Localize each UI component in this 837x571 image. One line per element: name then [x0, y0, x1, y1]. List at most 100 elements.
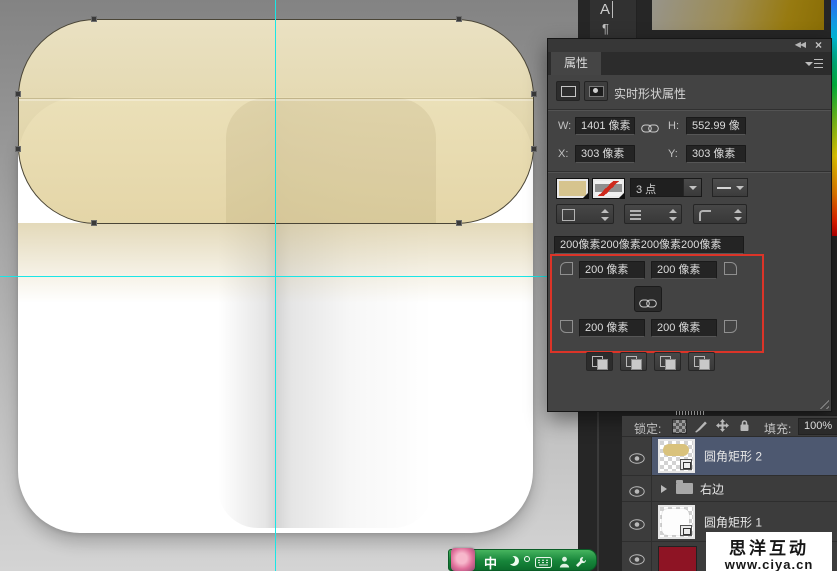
tab-properties[interactable]: 属性 [551, 52, 601, 75]
layer-thumbnail[interactable] [658, 439, 695, 473]
stroke-align-combobox[interactable] [556, 204, 614, 224]
top-left-radius-input[interactable]: 200 像素 [579, 261, 645, 279]
bottom-left-corner-icon [560, 320, 573, 333]
watermark-url: www.ciya.cn [706, 557, 832, 571]
chain-icon [639, 295, 657, 313]
stroke-color-swatch[interactable] [592, 178, 625, 199]
separator [548, 171, 831, 173]
anchor-point[interactable] [15, 91, 21, 97]
top-right-radius-input[interactable]: 200 像素 [651, 261, 717, 279]
horizontal-guide[interactable] [0, 276, 578, 277]
anchor-point[interactable] [456, 220, 462, 226]
ime-logo-icon[interactable] [451, 548, 475, 571]
layer-name[interactable]: 圆角矩形 1 [704, 513, 762, 530]
ime-punctuation-icon[interactable] [524, 556, 530, 562]
close-panel-icon[interactable]: × [815, 38, 822, 52]
watermark: 思洋互动 www.ciya.cn [706, 532, 832, 571]
width-label: W: [558, 120, 571, 132]
radius-summary-field[interactable]: 200像素200像素200像素200像素 [554, 236, 744, 254]
ime-tools-icon[interactable] [575, 555, 587, 571]
y-input[interactable]: 303 像素 [686, 145, 746, 163]
eye-icon[interactable] [629, 552, 645, 570]
link-dimensions-icon[interactable] [641, 120, 659, 138]
stroke-width-value: 3 点 [636, 181, 656, 197]
stroke-width-combobox[interactable]: 3 点 [630, 178, 702, 197]
anchor-point[interactable] [91, 16, 97, 22]
panel-resize-grip[interactable] [816, 396, 829, 409]
visibility-cell[interactable] [622, 542, 652, 571]
anchor-point[interactable] [531, 91, 537, 97]
vertical-guide[interactable] [275, 0, 276, 571]
expand-group-icon[interactable] [661, 485, 667, 493]
visibility-cell[interactable] [622, 437, 652, 475]
layer-group-row[interactable]: 右边 [622, 476, 837, 502]
pathfinder-exclude-button[interactable] [688, 352, 715, 371]
eye-icon[interactable] [629, 517, 645, 535]
paragraph-panel-icon[interactable]: ¶ [602, 21, 609, 36]
photoshop-window: A ¶ ◀◀ × 属性 实时形状属性 W: 1401 像素 H: 552.99 … [0, 0, 837, 571]
stroke-caps-combobox[interactable] [624, 204, 682, 224]
x-input[interactable]: 303 像素 [575, 145, 635, 163]
anchor-point[interactable] [531, 146, 537, 152]
masks-properties-button[interactable] [584, 81, 608, 101]
ime-account-icon[interactable] [559, 555, 570, 571]
anchor-point[interactable] [91, 220, 97, 226]
lock-transparency-icon[interactable] [672, 419, 687, 434]
ime-halfwidth-icon[interactable] [509, 556, 519, 566]
lock-position-icon[interactable] [716, 419, 729, 437]
layer-row-content[interactable]: 右边 [652, 476, 837, 501]
folder-icon [676, 483, 693, 494]
visibility-cell[interactable] [622, 476, 652, 501]
panel-tab-bar: 属性 [548, 52, 831, 75]
document-canvas[interactable] [0, 0, 578, 571]
layer-row-content[interactable]: 圆角矩形 2 [652, 437, 837, 475]
stroke-type-combobox[interactable] [712, 178, 748, 197]
top-right-corner-icon [724, 262, 737, 275]
eye-icon[interactable] [629, 451, 645, 469]
bottom-left-radius-input[interactable]: 200 像素 [579, 319, 645, 337]
stroke-width-dropdown-icon[interactable] [683, 179, 701, 196]
anchor-point[interactable] [15, 146, 21, 152]
layer-thumbnail[interactable] [658, 505, 695, 539]
shape-layer-badge-icon [680, 525, 692, 536]
ime-language-mode[interactable]: 中 [484, 553, 497, 571]
lock-paint-icon[interactable] [694, 420, 708, 438]
y-label: Y: [668, 148, 678, 160]
width-input[interactable]: 1401 像素 [575, 117, 635, 135]
fill-label: 填充: [764, 420, 791, 437]
live-shape-properties-button[interactable] [556, 81, 580, 101]
fill-color-swatch[interactable] [556, 178, 589, 199]
bottom-right-corner-icon [724, 320, 737, 333]
group-name[interactable]: 右边 [700, 480, 724, 497]
fill-opacity-input[interactable]: 100% [798, 418, 837, 435]
pathfinder-subtract-button[interactable] [620, 352, 647, 371]
height-input[interactable]: 552.99 像 [686, 117, 746, 135]
shape-layer-badge-icon [680, 459, 692, 470]
layer-name[interactable]: 圆角矩形 2 [704, 448, 762, 465]
layer-row[interactable]: 圆角矩形 2 [622, 437, 837, 476]
link-corner-radii-button[interactable] [634, 286, 662, 312]
anchor-point[interactable] [456, 16, 462, 22]
character-panel-icon[interactable]: A [600, 1, 613, 18]
eye-icon[interactable] [629, 484, 645, 502]
collapse-panel-icon[interactable]: ◀◀ [795, 40, 805, 49]
separator [548, 109, 831, 111]
lock-all-icon[interactable] [739, 419, 750, 437]
tan-rounded-rect-shape[interactable] [18, 19, 534, 224]
ime-keyboard-icon[interactable] [535, 555, 552, 571]
stroke-corners-combobox[interactable] [693, 204, 747, 224]
panel-menu-icon[interactable] [805, 59, 823, 68]
collapsed-panel-icons: A ¶ [590, 0, 637, 38]
watermark-title: 思洋互动 [706, 534, 832, 559]
ime-toolbar[interactable]: 中 [448, 549, 597, 571]
visibility-cell[interactable] [622, 502, 652, 541]
pathfinder-combine-button[interactable] [586, 352, 613, 371]
properties-panel: ◀◀ × 属性 实时形状属性 W: 1401 像素 H: 552.99 像 X:… [547, 38, 832, 412]
color-picker-gradient-fragment[interactable] [652, 0, 824, 30]
icon-top-edge-highlight [19, 99, 533, 101]
bottom-right-radius-input[interactable]: 200 像素 [651, 319, 717, 337]
layers-lock-row: 锁定: 填充: 100% [622, 416, 837, 437]
height-label: H: [668, 120, 679, 132]
pathfinder-intersect-button[interactable] [654, 352, 681, 371]
red-fill-layer-thumbnail[interactable] [658, 546, 697, 571]
